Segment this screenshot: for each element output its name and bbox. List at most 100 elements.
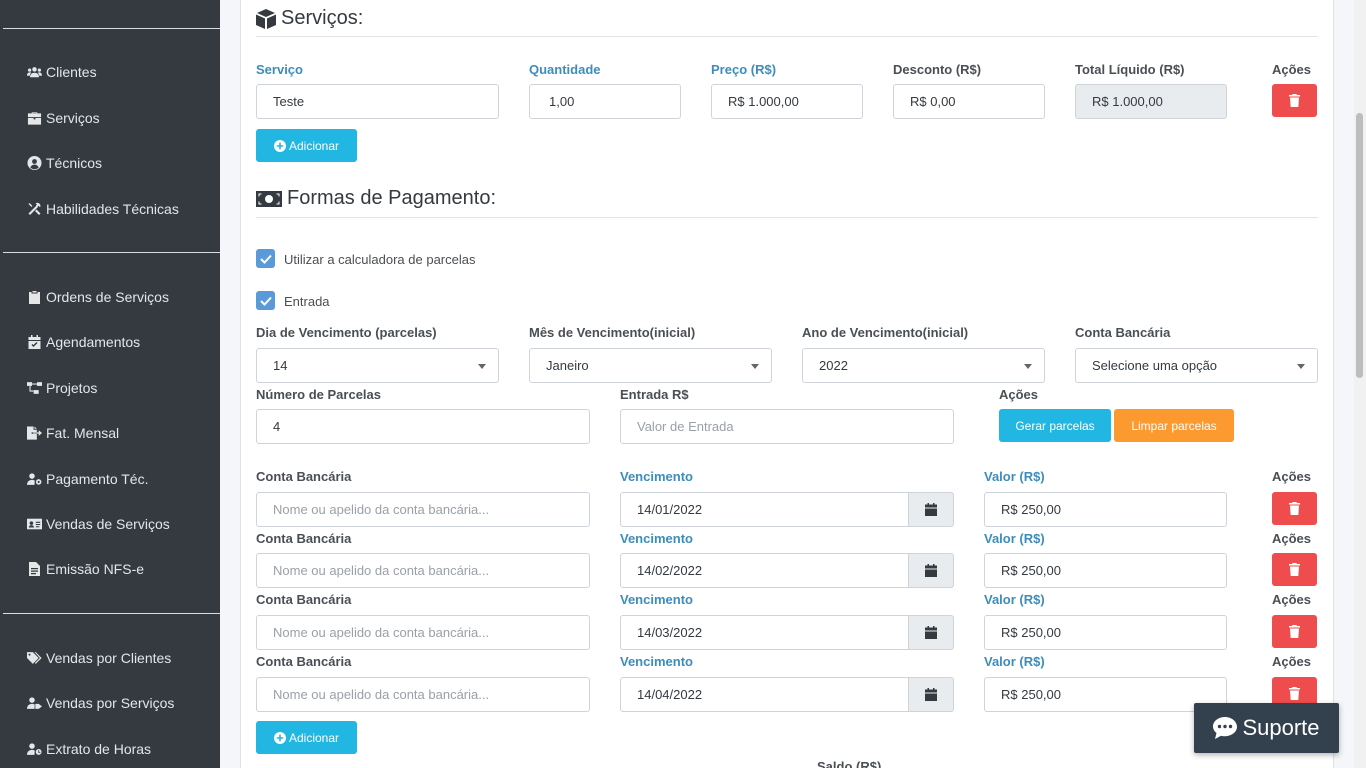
use-calculator-checkbox[interactable] bbox=[256, 249, 275, 268]
gerar-parcelas-button[interactable]: Gerar parcelas bbox=[999, 409, 1111, 442]
conta-bancaria-label: Conta Bancária bbox=[256, 592, 352, 607]
delete-service-button[interactable] bbox=[1272, 84, 1317, 117]
sidebar-item-emissao[interactable]: Emissão NFS-e bbox=[26, 558, 144, 580]
scrollbar-thumb[interactable] bbox=[1356, 113, 1363, 378]
sidebar-item-label: Agendamentos bbox=[46, 334, 141, 350]
ano-select[interactable]: 2022 bbox=[802, 348, 1045, 383]
sidebar-item-label: Vendas de Serviços bbox=[46, 516, 170, 532]
conta-bancaria-label: Conta Bancária bbox=[256, 469, 352, 484]
sidebar-item-fat-mensal[interactable]: Fat. Mensal bbox=[26, 422, 119, 444]
valor-input[interactable]: R$ 250,00 bbox=[984, 553, 1227, 588]
valor-label: Valor (R$) bbox=[984, 469, 1045, 484]
trash-icon bbox=[1289, 687, 1300, 700]
sidebar-item-vendas-clientes[interactable]: Vendas por Clientes bbox=[26, 647, 171, 669]
plus-circle-icon bbox=[273, 139, 286, 152]
section-divider bbox=[256, 36, 1318, 37]
valor-label: Valor (R$) bbox=[984, 592, 1045, 607]
trash-icon bbox=[1289, 502, 1300, 515]
mes-select[interactable]: Janeiro bbox=[529, 348, 772, 383]
file-export-icon bbox=[26, 426, 42, 440]
conta-bancaria-input[interactable]: Nome ou apelido da conta bancária... bbox=[256, 677, 590, 712]
sidebar-item-tecnicos[interactable]: Técnicos bbox=[26, 152, 102, 174]
project-diagram-icon bbox=[26, 381, 42, 395]
sidebar-item-vendas-por-servicos[interactable]: Vendas por Serviços bbox=[26, 692, 174, 714]
entrada-checkbox[interactable] bbox=[256, 291, 275, 310]
sidebar-item-ordens[interactable]: Ordens de Serviços bbox=[26, 286, 169, 308]
entrada-checkbox-label: Entrada bbox=[284, 294, 330, 309]
conta-bancaria-input[interactable]: Nome ou apelido da conta bancária... bbox=[256, 492, 590, 527]
conta-bancaria-input[interactable]: Nome ou apelido da conta bancária... bbox=[256, 615, 590, 650]
dia-select[interactable]: 14 bbox=[256, 348, 499, 383]
vencimento-label: Vencimento bbox=[620, 531, 693, 546]
sidebar-item-label: Habilidades Técnicas bbox=[46, 201, 179, 217]
sidebar-item-label: Clientes bbox=[46, 64, 97, 80]
quantidade-input[interactable]: 1,00 bbox=[529, 84, 681, 119]
calendar-icon bbox=[925, 626, 937, 639]
saldo-label: Saldo (R$) bbox=[817, 759, 882, 768]
briefcase-icon bbox=[26, 111, 42, 125]
valor-input[interactable]: R$ 250,00 bbox=[984, 677, 1227, 712]
vencimento-input[interactable]: 14/01/2022 bbox=[620, 492, 909, 527]
calendar-button[interactable] bbox=[908, 492, 954, 527]
sidebar-item-label: Fat. Mensal bbox=[46, 425, 120, 441]
num-parcelas-input[interactable]: 4 bbox=[256, 409, 590, 444]
add-installment-button[interactable]: Adicionar bbox=[256, 721, 357, 754]
delete-installment-button[interactable] bbox=[1272, 492, 1317, 525]
id-card-icon bbox=[26, 517, 42, 531]
sidebar-item-agendamentos[interactable]: Agendamentos bbox=[26, 331, 140, 353]
limpar-parcelas-button[interactable]: Limpar parcelas bbox=[1114, 409, 1234, 442]
acoes-label: Ações bbox=[1272, 469, 1312, 484]
check-icon bbox=[259, 254, 272, 264]
sidebar-item-label: Ordens de Serviços bbox=[46, 289, 169, 305]
user-cog-icon bbox=[26, 472, 42, 486]
sidebar-item-habilidades[interactable]: Habilidades Técnicas bbox=[26, 198, 179, 220]
parcelas-acoes-label: Ações bbox=[999, 387, 1039, 402]
sidebar-divider bbox=[3, 28, 220, 29]
conta-bancaria-label: Conta Bancária bbox=[256, 531, 352, 546]
vencimento-input[interactable]: 14/04/2022 bbox=[620, 677, 909, 712]
preco-label: Preço (R$) bbox=[711, 62, 777, 77]
box-icon bbox=[256, 8, 276, 29]
add-service-button[interactable]: Adicionar bbox=[256, 129, 357, 162]
sidebar-item-label: Serviços bbox=[46, 110, 100, 126]
sidebar-item-projetos[interactable]: Projetos bbox=[26, 377, 97, 399]
total-label: Total Líquido (R$) bbox=[1075, 62, 1185, 77]
desconto-input[interactable]: R$ 0,00 bbox=[893, 84, 1045, 119]
valor-input[interactable]: R$ 250,00 bbox=[984, 615, 1227, 650]
vencimento-input[interactable]: 14/03/2022 bbox=[620, 615, 909, 650]
preco-input[interactable]: R$ 1.000,00 bbox=[711, 84, 863, 119]
sidebar-item-vendas-servicos[interactable]: Vendas de Serviços bbox=[26, 513, 170, 535]
sidebar-item-servicos[interactable]: Serviços bbox=[26, 107, 100, 129]
calendar-button[interactable] bbox=[908, 553, 954, 588]
sidebar-item-extrato[interactable]: Extrato de Horas bbox=[26, 738, 151, 760]
delete-installment-button[interactable] bbox=[1272, 553, 1317, 586]
valor-input[interactable]: R$ 250,00 bbox=[984, 492, 1227, 527]
sidebar-item-label: Emissão NFS-e bbox=[46, 561, 145, 577]
caret-down-icon bbox=[478, 364, 486, 369]
caret-down-icon bbox=[751, 364, 759, 369]
vencimento-label: Vencimento bbox=[620, 469, 693, 484]
calendar-button[interactable] bbox=[908, 677, 954, 712]
vencimento-label: Vencimento bbox=[620, 654, 693, 669]
ano-label: Ano de Vencimento(inicial) bbox=[802, 325, 969, 340]
tags-icon bbox=[26, 651, 42, 665]
conta-select[interactable]: Selecione uma opção bbox=[1075, 348, 1318, 383]
delete-installment-button[interactable] bbox=[1272, 615, 1317, 648]
tools-icon bbox=[26, 202, 42, 216]
sidebar-item-pagamento-tec[interactable]: Pagamento Téc. bbox=[26, 468, 148, 490]
user-circle-icon bbox=[26, 156, 42, 170]
calendar-button[interactable] bbox=[908, 615, 954, 650]
support-button[interactable]: Suporte bbox=[1194, 703, 1339, 753]
caret-down-icon bbox=[1024, 364, 1032, 369]
servico-input[interactable]: Teste bbox=[256, 84, 499, 119]
sidebar-item-label: Extrato de Horas bbox=[46, 741, 152, 757]
calendar-icon bbox=[925, 564, 937, 577]
sidebar-divider bbox=[3, 252, 220, 253]
caret-down-icon bbox=[1297, 364, 1305, 369]
mes-label: Mês de Vencimento(inicial) bbox=[529, 325, 696, 340]
conta-bancaria-input[interactable]: Nome ou apelido da conta bancária... bbox=[256, 553, 590, 588]
trash-icon bbox=[1289, 94, 1300, 107]
entrada-input[interactable]: Valor de Entrada bbox=[620, 409, 954, 444]
vencimento-input[interactable]: 14/02/2022 bbox=[620, 553, 909, 588]
sidebar-item-clientes[interactable]: Clientes bbox=[26, 61, 97, 83]
